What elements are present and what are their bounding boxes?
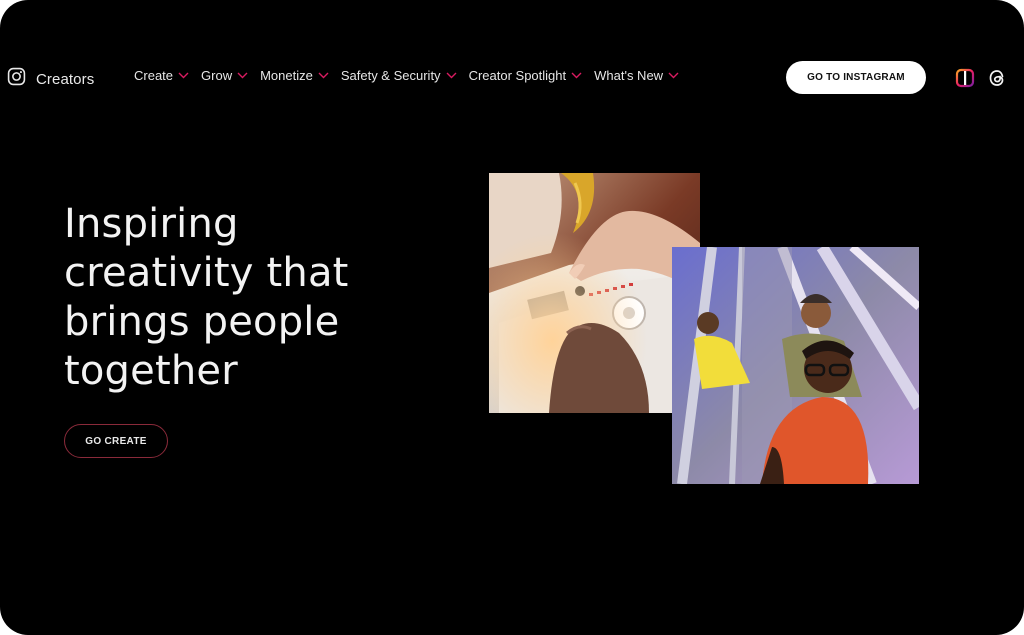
chevron-down-icon xyxy=(446,72,457,79)
nav-item-label: Monetize xyxy=(260,68,313,83)
nav-item-whats-new[interactable]: What's New xyxy=(594,68,679,83)
nav-item-label: Grow xyxy=(201,68,233,83)
chevron-down-icon xyxy=(237,72,248,79)
hero-title: Inspiring creativity that brings people … xyxy=(64,200,444,396)
nav-item-safety-security[interactable]: Safety & Security xyxy=(341,68,457,83)
escalator-selfie-photo xyxy=(672,247,919,484)
edits-app-icon[interactable] xyxy=(955,68,975,93)
instagram-icon xyxy=(7,67,26,91)
nav-item-create[interactable]: Create xyxy=(134,68,189,83)
hero-title-line: brings people xyxy=(64,299,340,345)
chevron-down-icon xyxy=(571,72,582,79)
page: Creators Create Grow Monetize Safety & S… xyxy=(0,0,1024,635)
brand-name: Creators xyxy=(36,70,95,88)
main-menu: Create Grow Monetize Safety & Security C… xyxy=(134,68,691,83)
nav-item-label: Safety & Security xyxy=(340,68,441,83)
nav-item-creator-spotlight[interactable]: Creator Spotlight xyxy=(469,68,583,83)
nav-item-monetize[interactable]: Monetize xyxy=(260,68,329,83)
nav-item-grow[interactable]: Grow xyxy=(201,68,248,83)
go-to-instagram-button[interactable]: GO TO INSTAGRAM xyxy=(786,61,926,94)
go-create-button[interactable]: GO CREATE xyxy=(64,424,168,458)
hero-title-line: creativity that xyxy=(64,250,349,296)
top-nav: Creators Create Grow Monetize Safety & S… xyxy=(0,56,1024,100)
chevron-down-icon xyxy=(668,72,679,79)
hero-title-line: Inspiring xyxy=(64,201,239,247)
chevron-down-icon xyxy=(318,72,329,79)
nav-item-label: Creator Spotlight xyxy=(468,68,567,83)
nav-item-label: Create xyxy=(134,68,174,83)
sewing-machine-photo xyxy=(489,173,700,413)
nav-item-label: What's New xyxy=(594,68,664,83)
threads-icon[interactable] xyxy=(987,68,1007,93)
brand-link[interactable]: Creators xyxy=(7,67,94,91)
chevron-down-icon xyxy=(178,72,189,79)
hero-title-line: together xyxy=(64,348,238,394)
